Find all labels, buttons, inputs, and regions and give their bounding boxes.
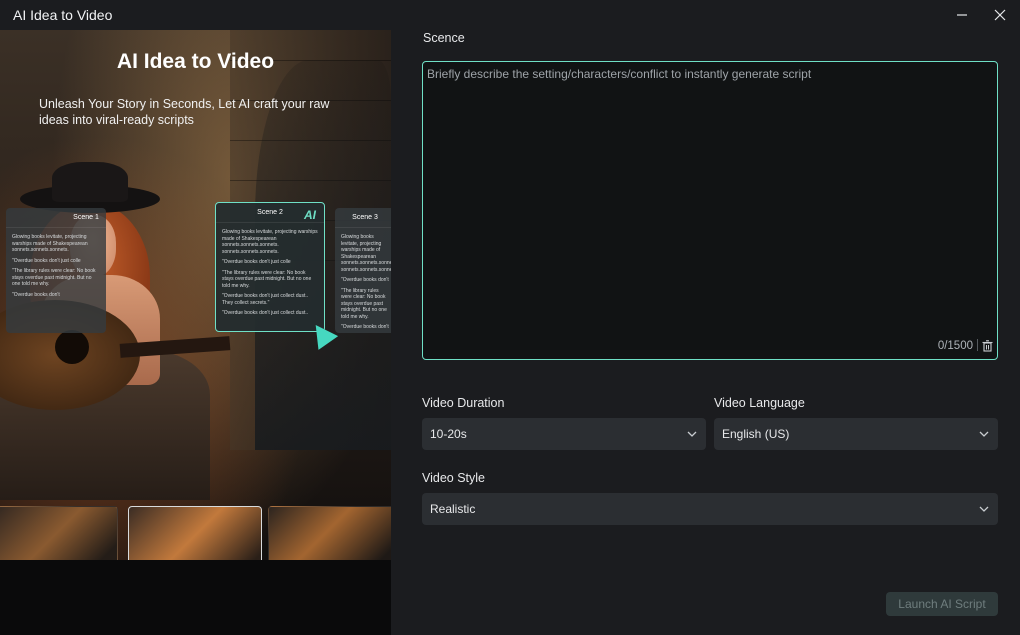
hero-title: AI Idea to Video xyxy=(116,50,275,73)
video-style-label: Video Style xyxy=(422,471,486,485)
scene-textarea-box: 0/1500 xyxy=(422,61,998,360)
scene-card-line: "Overdue books don't xyxy=(12,291,60,298)
minimize-button[interactable] xyxy=(950,4,974,26)
hero-panel: AI Idea to Video Unleash Your Story in S… xyxy=(0,30,391,635)
clear-text-button[interactable] xyxy=(980,339,994,353)
scene-card-2: Scene 2 AI Glowing books levitate, proje… xyxy=(215,202,325,332)
scene-card-line: "Overdue books don't just colle xyxy=(12,257,81,264)
minimize-icon xyxy=(957,14,967,16)
close-icon xyxy=(994,9,1006,21)
title-bar: AI Idea to Video xyxy=(0,0,1020,30)
chevron-down-icon xyxy=(687,431,697,437)
char-counter: 0/1500 xyxy=(937,340,973,352)
video-duration-label: Video Duration xyxy=(422,396,505,410)
video-language-value: English (US) xyxy=(722,427,790,441)
scene-card-line: "The library rules were clear: No book s… xyxy=(341,287,387,320)
scene-card-line: Glowing books levitate, projecting warsh… xyxy=(12,234,88,253)
video-style-value: Realistic xyxy=(430,502,476,516)
scene-card-heading: Scene 2 AI xyxy=(216,203,324,223)
scene-card-heading: Scene 3 xyxy=(335,208,391,228)
scene-card-line: Glowing books levitate, projecting warsh… xyxy=(222,229,318,255)
scene-input[interactable] xyxy=(423,62,997,332)
scene-card-line: Glowing books levitate, projecting warsh… xyxy=(341,234,391,273)
scene-card-line: "The library rules were clear: No book s… xyxy=(222,269,312,289)
scene-card-line: "Overdue books don't xyxy=(341,277,389,283)
scene-card-title: Scene 2 xyxy=(257,209,283,216)
window-title: AI Idea to Video xyxy=(13,7,113,23)
hero-guitar-hole xyxy=(55,330,89,364)
trash-icon xyxy=(982,340,992,352)
ai-badge: AI xyxy=(304,208,316,222)
scene-card-1: Scene 1 Glowing books levitate, projecti… xyxy=(6,208,106,333)
scene-card-line: "Overdue books don't just collect dust.. xyxy=(222,310,309,316)
scene-card-line: "Overdue books don't xyxy=(341,324,389,330)
video-language-label: Video Language xyxy=(714,396,805,410)
scene-label: Scence xyxy=(423,31,465,45)
video-duration-select[interactable]: 10-20s xyxy=(422,418,706,450)
scene-card-line: "Overdue books don't just colle xyxy=(222,259,291,265)
scene-card-line: "Overdue books don't just collect dust..… xyxy=(222,293,309,306)
scene-card-3: Scene 3 Glowing books levitate, projecti… xyxy=(335,208,391,333)
video-duration-value: 10-20s xyxy=(430,427,467,441)
video-style-select[interactable]: Realistic xyxy=(422,493,998,525)
close-button[interactable] xyxy=(988,4,1012,26)
video-language-select[interactable]: English (US) xyxy=(714,418,998,450)
hero-hat-top xyxy=(52,162,128,202)
scene-card-line: "The library rules were clear: No book s… xyxy=(12,268,96,287)
counter-divider xyxy=(977,339,978,351)
chevron-down-icon xyxy=(979,506,989,512)
hero-subtitle: Unleash Your Story in Seconds, Let AI cr… xyxy=(39,97,330,127)
launch-ai-script-button[interactable]: Launch AI Script xyxy=(886,592,998,616)
chevron-down-icon xyxy=(979,431,989,437)
scene-card-heading: Scene 1 xyxy=(6,208,106,228)
hero-footer-shade xyxy=(0,560,391,635)
